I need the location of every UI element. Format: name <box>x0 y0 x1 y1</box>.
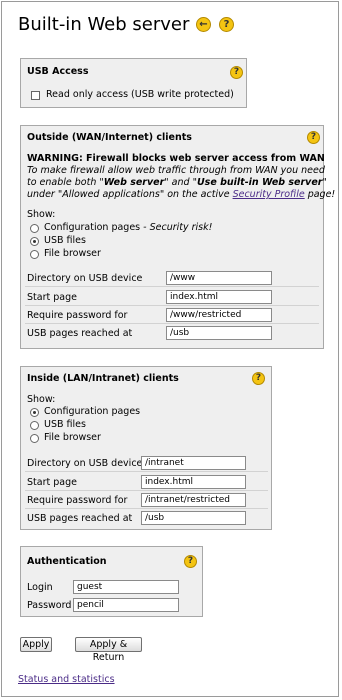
usb-access-help-icon[interactable]: ? <box>230 66 243 79</box>
lan-title: Inside (LAN/Intranet) clients <box>27 373 179 384</box>
separator <box>25 471 268 472</box>
status-statistics-link[interactable]: Status and statistics <box>18 674 115 685</box>
read-only-checkbox[interactable] <box>31 91 40 100</box>
security-profile-link[interactable]: Security Profile <box>233 189 305 200</box>
apply-return-button[interactable]: Apply & Return <box>75 637 142 663</box>
wan-info-line3: under "Allowed applications" on the acti… <box>27 189 336 200</box>
wan-config-radio[interactable] <box>30 224 39 233</box>
authentication-title: Authentication <box>27 556 107 567</box>
wan-file-browser-label: File browser <box>44 248 101 259</box>
password-label: Password <box>27 600 72 611</box>
lan-help-icon[interactable]: ? <box>252 372 265 385</box>
separator <box>25 305 319 306</box>
login-input[interactable]: guest <box>73 580 179 594</box>
separator <box>25 490 268 491</box>
wan-dir-label: Directory on USB device <box>27 273 143 284</box>
password-input[interactable]: pencil <box>73 598 179 612</box>
read-only-label: Read only access (USB write protected) <box>46 89 234 100</box>
lan-reached-input[interactable]: /usb <box>141 511 246 525</box>
back-arrow-icon[interactable]: ← <box>196 17 211 32</box>
lan-config-radio[interactable] <box>30 408 39 417</box>
help-icon[interactable]: ? <box>219 17 234 32</box>
separator <box>25 323 319 324</box>
lan-panel: Inside (LAN/Intranet) clients ? Show: Co… <box>20 366 272 530</box>
wan-start-label: Start page <box>27 292 77 303</box>
authentication-panel: Authentication ? Login guest Password pe… <box>20 546 203 617</box>
separator <box>25 508 268 509</box>
authentication-help-icon[interactable]: ? <box>184 555 197 568</box>
lan-dir-label: Directory on USB device <box>27 458 143 469</box>
lan-usb-files-label: USB files <box>44 419 86 430</box>
wan-dir-input[interactable]: /www <box>166 271 272 285</box>
wan-show-label: Show: <box>27 209 56 220</box>
apply-button[interactable]: Apply <box>20 637 52 652</box>
lan-start-input[interactable]: index.html <box>141 475 246 489</box>
usb-access-title: USB Access <box>27 66 89 77</box>
lan-password-input[interactable]: /intranet/restricted <box>141 493 246 507</box>
page-title: Built-in Web server <box>18 14 190 35</box>
wan-password-label: Require password for <box>27 310 128 321</box>
wan-reached-label: USB pages reached at <box>27 328 133 339</box>
lan-usb-files-radio[interactable] <box>30 421 39 430</box>
lan-reached-label: USB pages reached at <box>27 513 133 524</box>
lan-password-label: Require password for <box>27 495 128 506</box>
wan-usb-files-label: USB files <box>44 235 86 246</box>
wan-help-icon[interactable]: ? <box>307 131 320 144</box>
wan-reached-input[interactable]: /usb <box>166 326 272 340</box>
usb-access-panel: USB Access ? Read only access (USB write… <box>20 58 247 108</box>
lan-file-browser-label: File browser <box>44 432 101 443</box>
wan-panel: Outside (WAN/Internet) clients ? WARNING… <box>20 125 335 349</box>
wan-warning: WARNING: Firewall blocks web server acce… <box>27 153 325 164</box>
wan-usb-files-radio[interactable] <box>30 237 39 246</box>
lan-config-label: Configuration pages <box>44 406 141 417</box>
wan-title: Outside (WAN/Internet) clients <box>27 132 192 143</box>
wan-start-input[interactable]: index.html <box>166 290 272 304</box>
wan-file-browser-radio[interactable] <box>30 250 39 259</box>
wan-config-label: Configuration pages - Security risk! <box>44 222 213 233</box>
lan-show-label: Show: <box>27 394 56 405</box>
wan-password-input[interactable]: /www/restricted <box>166 308 272 322</box>
wan-info-line2: to enable both "Web server" and "Use bui… <box>27 177 327 188</box>
lan-dir-input[interactable]: /intranet <box>141 456 246 470</box>
lan-file-browser-radio[interactable] <box>30 434 39 443</box>
separator <box>25 286 319 287</box>
wan-info-line1: To make firewall allow web traffic throu… <box>27 165 325 176</box>
login-label: Login <box>27 582 53 593</box>
lan-start-label: Start page <box>27 477 77 488</box>
